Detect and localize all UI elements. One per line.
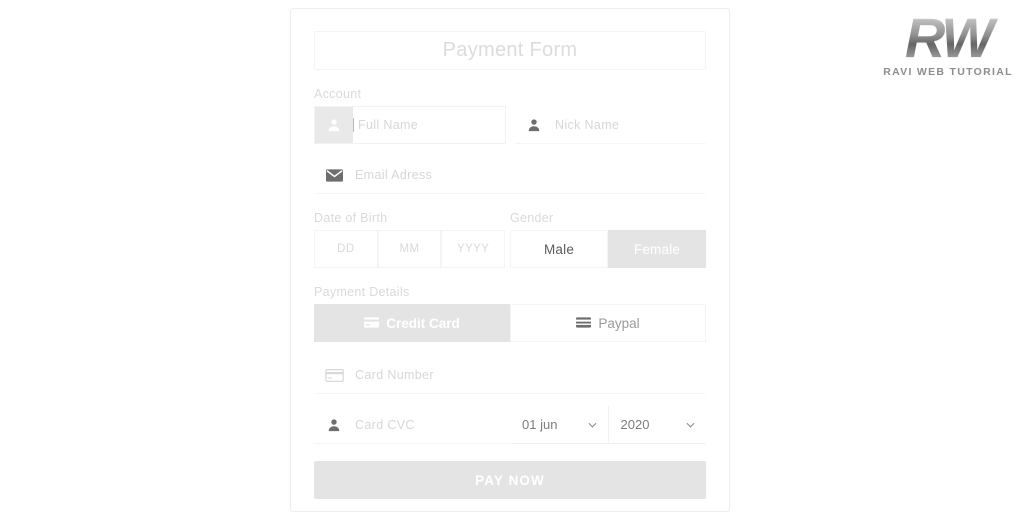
account-row: Full Name Nick Name	[314, 106, 706, 144]
pay-now-button[interactable]: PAY NOW	[314, 461, 706, 499]
credit-card-button[interactable]: Credit Card	[314, 304, 510, 342]
credit-card-icon	[315, 357, 353, 393]
expiry-selects: 01 jun 2020	[510, 406, 706, 444]
section-label-account: Account	[314, 87, 362, 101]
chevron-down-icon	[588, 419, 597, 431]
dob-year-input[interactable]: YYYY	[441, 230, 506, 268]
user-icon	[315, 107, 353, 143]
email-row: Email Adress	[314, 156, 706, 194]
watermark: RW RAVI WEB TUTORIAL	[872, 6, 1024, 98]
section-label-payment: Payment Details	[314, 285, 410, 299]
card-number-field[interactable]: Card Number	[314, 356, 706, 394]
email-placeholder: Email Adress	[355, 168, 433, 182]
section-label-gender: Gender	[510, 211, 554, 225]
payment-method-toggle: Credit Card Paypal	[314, 304, 706, 342]
nick-name-placeholder: Nick Name	[555, 118, 620, 132]
email-field[interactable]: Email Adress	[314, 156, 706, 194]
paypal-label: Paypal	[598, 315, 640, 331]
full-name-placeholder: Full Name	[353, 118, 505, 132]
dob-month-input[interactable]: MM	[377, 230, 442, 268]
user-icon	[315, 407, 353, 443]
dob-inputs: DD MM YYYY	[314, 230, 506, 268]
envelope-icon	[315, 157, 353, 193]
dob-day-input[interactable]: DD	[314, 230, 378, 268]
dob-gender-row: DD MM YYYY Male Female	[314, 230, 706, 268]
paypal-icon	[576, 316, 592, 331]
watermark-logo: RW	[872, 6, 1024, 70]
month-select-value: 01 jun	[522, 417, 558, 432]
credit-card-icon	[364, 316, 380, 331]
year-select-value: 2020	[620, 417, 650, 432]
gender-female-button[interactable]: Female	[608, 230, 706, 268]
card-cvc-field[interactable]: Card CVC	[314, 406, 510, 444]
card-number-placeholder: Card Number	[355, 368, 434, 382]
month-select[interactable]: 01 jun	[510, 406, 608, 444]
gender-male-button[interactable]: Male	[510, 230, 608, 268]
user-icon	[515, 107, 553, 143]
page-root: Payment Form Account Full Name Nick Name	[0, 0, 1024, 512]
card-cvc-placeholder: Card CVC	[355, 418, 415, 432]
dob-gender-labels: Date of Birth Gender	[314, 194, 706, 230]
paypal-button[interactable]: Paypal	[510, 304, 706, 342]
section-label-dob: Date of Birth	[314, 211, 388, 225]
chevron-down-icon	[686, 419, 695, 431]
gender-toggle: Male Female	[510, 230, 706, 268]
payment-form-card: Payment Form Account Full Name Nick Name	[290, 8, 730, 512]
page-title: Payment Form	[314, 31, 706, 70]
card-number-row: Card Number	[314, 356, 706, 394]
nick-name-field[interactable]: Nick Name	[514, 106, 706, 144]
card-cvc-row: Card CVC 01 jun 2020	[314, 406, 706, 444]
credit-card-label: Credit Card	[386, 315, 460, 331]
full-name-field[interactable]: Full Name	[314, 106, 506, 144]
field-gap	[506, 106, 514, 144]
year-select[interactable]: 2020	[607, 406, 706, 444]
watermark-caption: RAVI WEB TUTORIAL	[883, 66, 1013, 78]
